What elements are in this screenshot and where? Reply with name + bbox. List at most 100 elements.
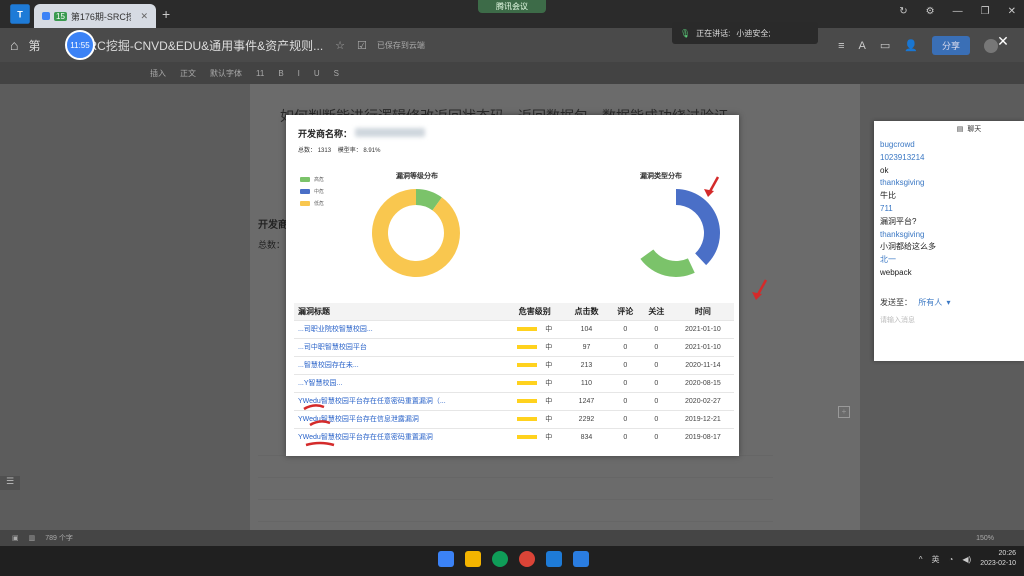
meeting-indicator[interactable]: 腾讯会议 <box>478 0 546 13</box>
bg-row <box>258 500 773 522</box>
chat-panel: ▤ 聊天 bugcrowd 1023913214 ok thanksgiving 牛比 7… <box>874 121 1024 361</box>
doc-title-prefix: 第 <box>28 38 41 53</box>
th-follows[interactable]: 关注 <box>640 303 672 320</box>
slice-低危[interactable] <box>372 189 460 277</box>
severity-text: 中 <box>545 326 553 333</box>
edge-icon[interactable] <box>492 551 508 567</box>
ime-indicator[interactable]: 英 <box>932 554 940 565</box>
meeting-label: 腾讯会议 <box>496 2 528 11</box>
cell-vuln-title[interactable]: ...智慧校园存在未... <box>294 355 507 374</box>
table-row[interactable]: YWedu智慧校园平台存在信息泄露漏洞中 2292 0 0 2019-12-21 <box>294 409 734 428</box>
word-count[interactable]: 789 个字 <box>45 533 73 543</box>
font-format-icon[interactable]: A <box>859 40 866 52</box>
wifi-icon[interactable]: ◔ <box>949 555 954 564</box>
cell-vuln-title[interactable]: ...司职业院校智慧校园... <box>294 319 507 338</box>
th-level[interactable]: 危害级别 <box>506 303 564 320</box>
cell-clicks: 104 <box>563 319 610 338</box>
cell-date: 2021-01-10 <box>671 337 734 356</box>
home-icon[interactable]: ⌂ <box>10 37 18 53</box>
bold-button[interactable]: B <box>278 69 283 78</box>
underline-button[interactable]: U <box>314 69 320 78</box>
cell-vuln-title[interactable]: ...Y智慧校园... <box>294 373 507 392</box>
slice-其他[interactable] <box>640 249 695 277</box>
clock[interactable]: 20:26 2023-02-10 <box>980 549 1016 569</box>
send-to-select[interactable]: 所有人 <box>918 298 942 307</box>
table-row[interactable]: ...司职业院校智慧校园... 中 104 0 0 2021-01-10 <box>294 319 734 338</box>
caret-down-icon[interactable]: ▾ <box>946 298 950 307</box>
cell-clicks: 834 <box>563 427 610 446</box>
zoom-level[interactable]: 150% <box>976 535 994 542</box>
taskbar: ^ 英 ◔ ◀) 20:26 2023-02-10 <box>0 546 1024 576</box>
minimize-icon[interactable]: — <box>953 6 963 17</box>
cell-date: 2021-01-10 <box>671 319 734 338</box>
italic-button[interactable]: I <box>298 69 300 78</box>
cell-vuln-title[interactable]: ...司中职智慧校园平台 <box>294 337 507 356</box>
cell-clicks: 2292 <box>563 409 610 428</box>
chrome-icon[interactable] <box>519 551 535 567</box>
slice-未知[interactable] <box>634 241 650 247</box>
outline-icon[interactable]: ☰ <box>0 476 20 490</box>
strike-button[interactable]: S <box>334 69 339 78</box>
book-icon[interactable]: ▥ <box>29 534 36 542</box>
add-collaborator-icon[interactable]: 👤 <box>904 39 918 52</box>
clock-date: 2023-02-10 <box>980 560 1016 567</box>
cell-follows: 0 <box>640 355 672 374</box>
severity-bar <box>517 345 538 350</box>
start-icon[interactable] <box>438 551 454 567</box>
screenshot-overlay: 开发商名称： 总数： 1313 模型率： 8.91% 漏洞等级分布 漏洞类型分布… <box>286 115 739 456</box>
legend-swatch-low <box>300 201 310 206</box>
cell-follows: 0 <box>640 337 672 356</box>
chat-sender: 711 <box>880 203 893 213</box>
bg-row <box>258 478 773 500</box>
cell-comments: 0 <box>609 373 641 392</box>
volume-icon[interactable]: ◀) <box>962 555 971 564</box>
th-title[interactable]: 漏洞标题 <box>294 303 507 320</box>
doc-title[interactable]: SRC挖掘-CNVD&EDU&通用事件&资产规则... <box>80 37 323 54</box>
stats-rate: 8.91% <box>363 148 381 154</box>
table-row[interactable]: YWedu智慧校园平台存在任意密码重置漏洞中 834 0 0 2019-08-17 <box>294 427 734 446</box>
panel-icon[interactable]: ▣ <box>12 534 19 542</box>
star-icon[interactable]: ☆ <box>335 39 345 52</box>
cell-clicks: 97 <box>563 337 610 356</box>
th-date[interactable]: 时间 <box>671 303 734 320</box>
present-icon[interactable]: ▭ <box>880 39 890 52</box>
vuln-table: 漏洞标题 危害级别 点击数 评论 关注 时间 ...司职业院校智慧校园... 中 1… <box>294 303 734 446</box>
cell-level: 中 <box>506 373 564 392</box>
menu-icon[interactable]: ≡ <box>838 40 844 52</box>
file-explorer-icon[interactable] <box>465 551 481 567</box>
table-row[interactable]: ...Y智慧校园... 中 110 0 0 2020-08-15 <box>294 373 734 392</box>
cell-level: 中 <box>506 319 564 338</box>
legend-swatch-mid <box>300 189 310 194</box>
close-window-icon[interactable]: ✕ <box>1008 6 1016 17</box>
chat-sender: 北一 <box>880 255 896 265</box>
style-select[interactable]: 正文 <box>180 68 196 79</box>
stats-total: 1313 <box>317 148 332 154</box>
taskbar-apps <box>438 551 589 567</box>
size-select[interactable]: 11 <box>256 69 264 78</box>
severity-text: 中 <box>545 344 553 351</box>
maximize-icon[interactable]: ❐ <box>981 6 990 17</box>
tencent-meeting-icon[interactable] <box>573 551 589 567</box>
th-comments[interactable]: 评论 <box>609 303 641 320</box>
th-clicks[interactable]: 点击数 <box>563 303 610 320</box>
table-row[interactable]: ...智慧校园存在未... 中 213 0 0 2020-11-14 <box>294 355 734 374</box>
settings-icon[interactable]: ⚙ <box>926 6 935 17</box>
share-button[interactable]: 分享 <box>931 36 970 55</box>
new-tab-icon[interactable]: + <box>162 6 170 22</box>
insert-button[interactable]: 插入 <box>150 68 166 79</box>
chat-input[interactable]: 请输入消息 <box>880 315 915 325</box>
tencent-docs-icon[interactable] <box>546 551 562 567</box>
browser-tab[interactable]: 15 第176期-SRC挖掘-CNVD ✕ <box>34 4 156 28</box>
font-select[interactable]: 默认字体 <box>210 68 242 79</box>
screen: T 15 第176期-SRC挖掘-CNVD ✕ + ↻ ⚙ — ❐ ✕ 腾讯会议… <box>0 0 1024 576</box>
developer-label: 开发商名称： <box>298 127 425 140</box>
table-row[interactable]: ...司中职智慧校园平台中 97 0 0 2021-01-10 <box>294 337 734 356</box>
tray-arrow-icon[interactable]: ^ <box>919 555 923 564</box>
add-comment-icon[interactable]: + <box>838 406 850 418</box>
close-share-icon[interactable]: ✕ <box>992 30 1014 52</box>
close-tab-icon[interactable]: ✕ <box>140 11 148 22</box>
speaker-bar: 🎙 正在讲话: 小迪安全; <box>672 22 818 44</box>
cell-follows: 0 <box>640 409 672 428</box>
refresh-icon[interactable]: ↻ <box>899 6 907 17</box>
table-row[interactable]: YWedu智慧校园平台存在任意密码重置漏洞（... 中 1247 0 0 2020-02-… <box>294 391 734 410</box>
